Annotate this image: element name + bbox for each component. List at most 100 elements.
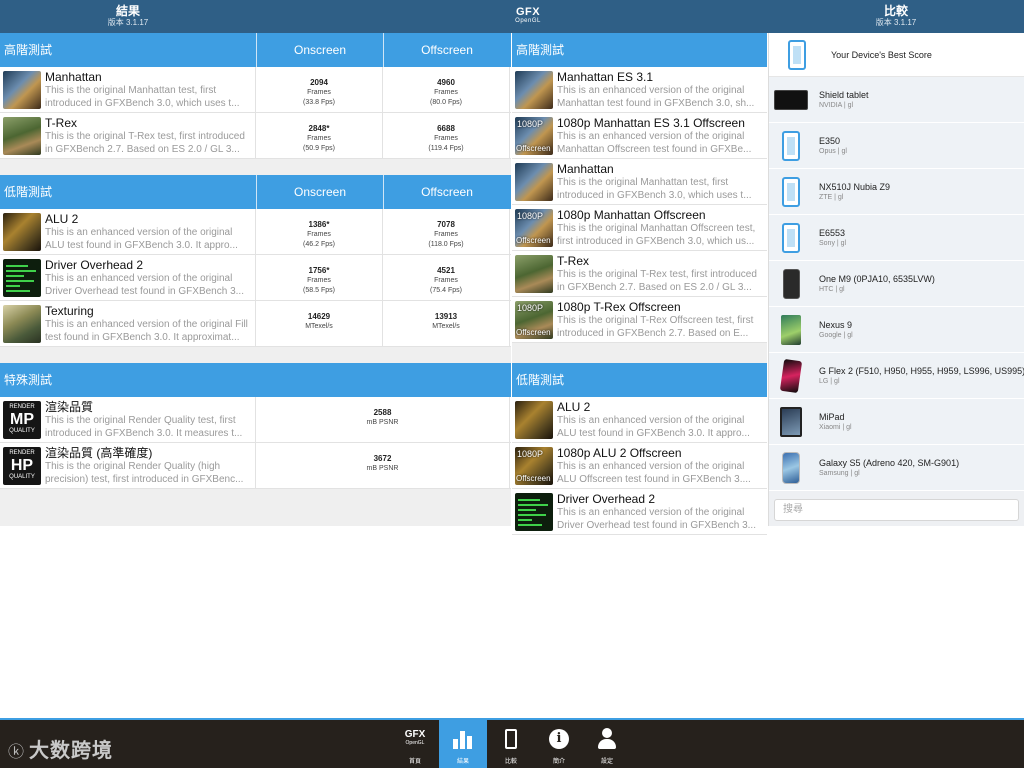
your-device-best-score[interactable]: Your Device's Best Score	[769, 33, 1024, 77]
offscreen-score: 13913 MTexel/s	[383, 301, 510, 346]
test-description: This is an enhanced version of the origi…	[45, 318, 248, 343]
test-row-driver-overhead-2[interactable]: Driver Overhead 2 This is an enhanced ve…	[512, 489, 767, 535]
result-row-render-quality[interactable]: RENDER MP QUALITY 渲染品質 This is the origina…	[0, 397, 511, 443]
manhattan-thumbnail-icon	[515, 162, 553, 201]
section-header-low-level: 低階測試 Onscreen Offscreen	[0, 175, 511, 209]
test-title: Manhattan ES 3.1	[557, 69, 654, 84]
onscreen-score: 1756* Frames (58.5 Fps)	[256, 255, 383, 300]
tablet-icon	[773, 82, 809, 118]
test-title: ALU 2	[557, 399, 591, 414]
tab-compare[interactable]: 比較	[487, 720, 535, 768]
compare-title: 比較	[883, 4, 908, 18]
device-vendor: Samsung | gl	[819, 469, 860, 477]
test-row-trex[interactable]: T-Rex This is the original T-Rex test, f…	[512, 251, 767, 297]
results-version: 版本 3.1.17	[107, 18, 149, 27]
user-icon	[597, 728, 617, 750]
device-row[interactable]: One M9 (0PJA10, 6535LVW) HTC | gl	[769, 261, 1024, 307]
manhattan-thumbnail-icon	[515, 70, 553, 109]
trex-thumbnail-icon	[3, 116, 41, 155]
render-quality-hp-icon: RENDER HP QUALITY	[3, 446, 41, 485]
tab-info[interactable]: i 簡介	[535, 720, 583, 768]
tab-label: 簡介	[552, 759, 565, 765]
device-vendor: NVIDIA | gl	[819, 101, 854, 109]
test-title: Texturing	[45, 303, 94, 318]
driver-overhead-thumbnail-icon	[515, 492, 553, 531]
test-row-manhattan[interactable]: Manhattan This is the original Manhattan…	[512, 159, 767, 205]
tab-label: 結果	[456, 759, 469, 765]
tab-settings[interactable]: 設定	[583, 720, 631, 768]
info-icon: i	[549, 729, 569, 749]
test-row-1080p-alu2-offscreen[interactable]: 1080P Offscreen 1080p ALU 2 Offscreen Thi…	[512, 443, 767, 489]
test-title: Manhattan	[45, 69, 102, 84]
driver-overhead-thumbnail-icon	[3, 258, 41, 297]
result-row-driver-overhead-2[interactable]: Driver Overhead 2 This is an enhanced ve…	[0, 255, 511, 301]
test-title: 1080p ALU 2 Offscreen	[557, 445, 682, 460]
gfx-logo-text: GFX	[515, 6, 541, 18]
device-row[interactable]: E6553 Sony | gl	[769, 215, 1024, 261]
result-row-render-quality-high[interactable]: RENDER HP QUALITY 渲染品質 (高準確度) This is the …	[0, 443, 511, 489]
test-title: T-Rex	[45, 115, 78, 130]
test-description: This is an enhanced version of the origi…	[557, 414, 750, 439]
test-description: This is the original Render Quality (hig…	[45, 460, 244, 485]
test-title: Driver Overhead 2	[45, 257, 144, 272]
test-title: Manhattan	[557, 161, 614, 176]
device-row[interactable]: Galaxy S5 (Adreno 420, SM-G901) Samsung |…	[769, 445, 1024, 491]
tab-home[interactable]: GFX OpenGL 首頁	[391, 720, 439, 768]
test-description: This is the original Manhattan test, fir…	[557, 176, 752, 201]
device-vendor: HTC | gl	[819, 285, 845, 293]
trex-offscreen-thumbnail-icon: 1080P Offscreen	[515, 300, 553, 339]
result-row-alu2[interactable]: ALU 2 This is an enhanced version of the…	[0, 209, 511, 255]
gfx-logo-sub: OpenGL	[515, 18, 541, 24]
test-row-1080p-trex-offscreen[interactable]: 1080P Offscreen 1080p T-Rex Offscreen Thi…	[512, 297, 767, 343]
test-description: This is an enhanced version of the origi…	[557, 460, 751, 485]
offscreen-score: 6688 Frames (119.4 Fps)	[383, 113, 510, 158]
device-row[interactable]: Nexus 9 Google | gl	[769, 307, 1024, 353]
result-row-manhattan[interactable]: Manhattan This is the original Manhattan…	[0, 67, 511, 113]
compare-header: 比較 版本 3.1.17	[768, 0, 1024, 33]
test-row-manhattan-es31[interactable]: Manhattan ES 3.1 This is an enhanced ver…	[512, 67, 767, 113]
results-title: 結果	[115, 4, 140, 18]
test-description: This is an enhanced version of the origi…	[557, 506, 756, 531]
phone-icon	[773, 266, 809, 302]
device-name: MiPad	[819, 411, 845, 422]
compare-panel: Your Device's Best Score Shield tablet NV…	[768, 33, 1024, 526]
top-header: 結果 版本 3.1.17 GFX OpenGL 比較 版本 3.1.17	[0, 0, 1024, 33]
offscreen-score: 4521 Frames (75.4 Fps)	[383, 255, 510, 300]
result-row-trex[interactable]: T-Rex This is the original T-Rex test, f…	[0, 113, 511, 159]
test-title: ALU 2	[45, 211, 79, 226]
results-panel: 高階測試 Onscreen Offscreen Manhattan This i…	[0, 33, 511, 526]
test-row-1080p-manhattan-offscreen[interactable]: 1080P Offscreen 1080p Manhattan Offscreen…	[512, 205, 767, 251]
test-title: 1080p Manhattan Offscreen	[557, 207, 706, 222]
result-row-texturing[interactable]: Texturing This is an enhanced version of…	[0, 301, 511, 347]
alu-thumbnail-icon	[3, 212, 41, 251]
device-search-input[interactable]: 搜尋	[774, 499, 1019, 521]
tab-results[interactable]: 結果	[439, 720, 487, 768]
device-vendor: Sony | gl	[819, 239, 847, 247]
test-description: This is an enhanced version of the origi…	[557, 130, 752, 155]
test-description: This is the original T-Rex Offscreen tes…	[557, 314, 754, 339]
onscreen-score: 2094 Frames (33.8 Fps)	[256, 67, 383, 112]
section-header-low-level-tests: 低階測試	[512, 363, 767, 397]
device-name: G Flex 2 (F510, H950, H955, H959, LS996,…	[819, 365, 1024, 376]
device-vendor: ZTE | gl	[819, 193, 844, 201]
device-vendor: Opus | gl	[819, 147, 847, 155]
phone-outline-icon	[773, 174, 809, 210]
device-row[interactable]: G Flex 2 (F510, H950, H955, H959, LS996,…	[769, 353, 1024, 399]
device-row[interactable]: MiPad Xiaomi | gl	[769, 399, 1024, 445]
test-title: 1080p T-Rex Offscreen	[557, 299, 681, 314]
test-title: 渲染品質 (高準確度)	[45, 445, 153, 460]
offscreen-column-header: Offscreen	[383, 33, 510, 67]
device-row[interactable]: NX510J Nubia Z9 ZTE | gl	[769, 169, 1024, 215]
test-description: This is an enhanced version of the origi…	[45, 226, 238, 251]
tab-label: 設定	[600, 759, 613, 765]
phone-icon	[773, 450, 809, 486]
phone-outline-icon	[773, 128, 809, 164]
alu-thumbnail-icon	[515, 400, 553, 439]
device-row[interactable]: Shield tablet NVIDIA | gl	[769, 77, 1024, 123]
phone-icon	[773, 358, 809, 394]
test-row-alu2[interactable]: ALU 2 This is an enhanced version of the…	[512, 397, 767, 443]
device-row[interactable]: E350 Opus | gl	[769, 123, 1024, 169]
test-row-1080p-manhattan-es31-offscreen[interactable]: 1080P Offscreen 1080p Manhattan ES 3.1 Of…	[512, 113, 767, 159]
onscreen-score: 1386* Frames (46.2 Fps)	[256, 209, 383, 254]
onscreen-column-header: Onscreen	[256, 175, 383, 209]
